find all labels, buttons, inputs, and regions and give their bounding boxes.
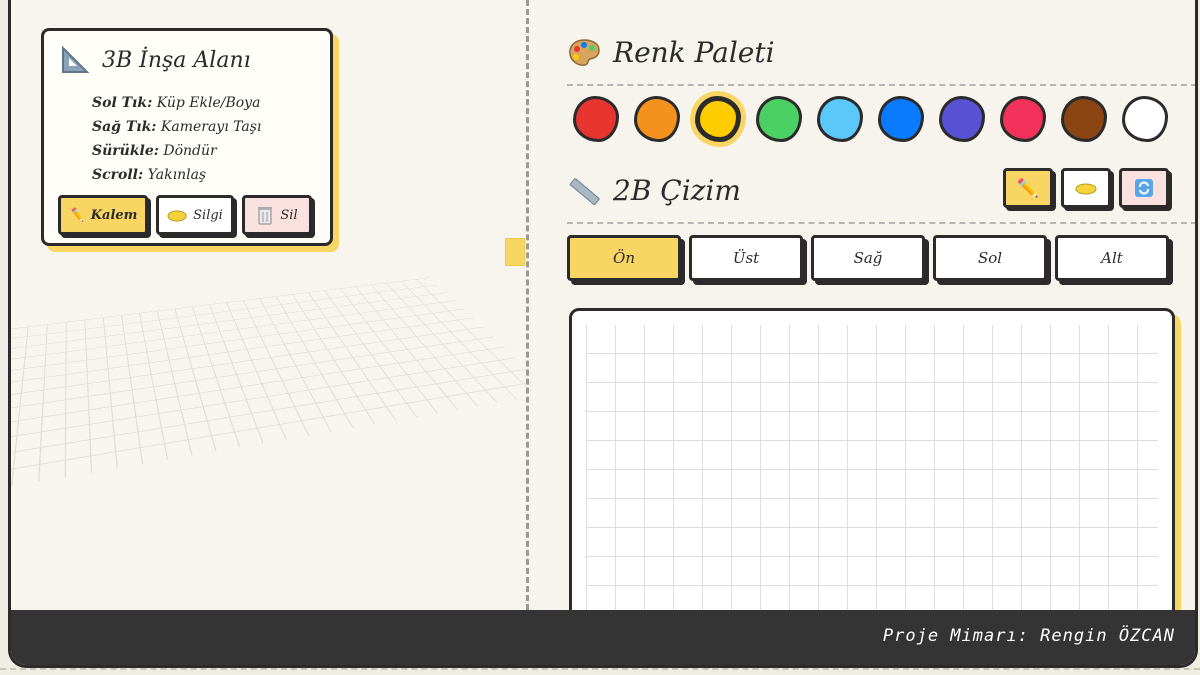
ruler-icon <box>567 176 601 206</box>
bottom-strip <box>0 668 1200 675</box>
color-swatch[interactable] <box>1122 96 1168 142</box>
drawing-title: 2B Çizim <box>613 174 741 207</box>
palette-title-row: Renk Paleti <box>567 36 775 69</box>
view-tabs: Ön Üst Sağ Sol Alt <box>567 235 1169 281</box>
instruction-right-click: Sağ Tık: Kamerayı Taşı <box>92 115 261 139</box>
color-swatch[interactable] <box>817 96 863 142</box>
drawing-tools: ✏️ <box>1003 168 1169 208</box>
palette-divider <box>567 84 1197 86</box>
eraser-icon <box>167 208 187 222</box>
palette-title: Renk Paleti <box>613 36 775 69</box>
pen-label: Kalem <box>91 208 138 223</box>
eraser-icon <box>1075 181 1097 195</box>
draw-pencil-button[interactable]: ✏️ <box>1003 168 1053 208</box>
view-tab[interactable]: Sağ <box>811 235 925 281</box>
drawing-title-row: 2B Çizim <box>567 174 741 207</box>
eraser-label: Silgi <box>193 208 223 223</box>
color-swatch[interactable] <box>1000 96 1046 142</box>
pencil-icon: ✏️ <box>1017 178 1039 199</box>
trash-icon <box>256 205 274 225</box>
pane-divider <box>526 0 529 610</box>
placed-cube[interactable] <box>505 238 525 266</box>
color-swatch[interactable] <box>756 96 802 142</box>
viewport-3d[interactable]: 3B İnşa Alanı Sol Tık: Küp Ekle/Boya Sağ… <box>11 0 526 610</box>
instruction-drag: Sürükle: Döndür <box>92 139 261 163</box>
draw-eraser-button[interactable] <box>1061 168 1111 208</box>
view-tab[interactable]: Sol <box>933 235 1047 281</box>
palette-icon <box>567 38 601 68</box>
color-swatch[interactable] <box>1061 96 1107 142</box>
delete-button[interactable]: Sil <box>242 195 312 235</box>
drawing-canvas[interactable] <box>569 308 1175 628</box>
color-swatch[interactable] <box>939 96 985 142</box>
instructions: Sol Tık: Küp Ekle/Boya Sağ Tık: Kamerayı… <box>92 91 261 187</box>
view-tab[interactable]: Ön <box>567 235 681 281</box>
draw-reset-button[interactable] <box>1119 168 1169 208</box>
color-swatch[interactable] <box>634 96 680 142</box>
info-title: 3B İnşa Alanı <box>102 48 251 73</box>
tool-row-3d: ✏️ Kalem Silgi Sil <box>58 195 312 235</box>
color-swatch[interactable] <box>573 96 619 142</box>
footer-credit: Proje Mimarı: Rengin ÖZCAN <box>883 626 1175 646</box>
color-swatch[interactable] <box>695 96 741 142</box>
view-tab[interactable]: Üst <box>689 235 803 281</box>
drawing-divider <box>567 222 1197 224</box>
app-frame: 3B İnşa Alanı Sol Tık: Küp Ekle/Boya Sağ… <box>8 0 1198 668</box>
info-title-row: 3B İnşa Alanı <box>60 45 251 75</box>
set-square-icon <box>60 45 90 75</box>
refresh-icon <box>1134 178 1154 198</box>
pencil-icon: ✏️ <box>69 208 85 223</box>
right-panel: Renk Paleti 2B Çizim ✏️ Ön Üst Sağ Sol A… <box>533 0 1193 610</box>
canvas-grid <box>586 325 1158 625</box>
pen-button[interactable]: ✏️ Kalem <box>58 195 148 235</box>
info-card: 3B İnşa Alanı Sol Tık: Küp Ekle/Boya Sağ… <box>41 28 333 246</box>
eraser-button[interactable]: Silgi <box>156 195 234 235</box>
delete-label: Sil <box>280 208 297 223</box>
instruction-left-click: Sol Tık: Küp Ekle/Boya <box>92 91 261 115</box>
color-swatches <box>573 96 1168 142</box>
color-swatch[interactable] <box>878 96 924 142</box>
footer-bar: Proje Mimarı: Rengin ÖZCAN <box>11 610 1198 668</box>
view-tab[interactable]: Alt <box>1055 235 1169 281</box>
instruction-scroll: Scroll: Yakınlaş <box>92 163 261 187</box>
